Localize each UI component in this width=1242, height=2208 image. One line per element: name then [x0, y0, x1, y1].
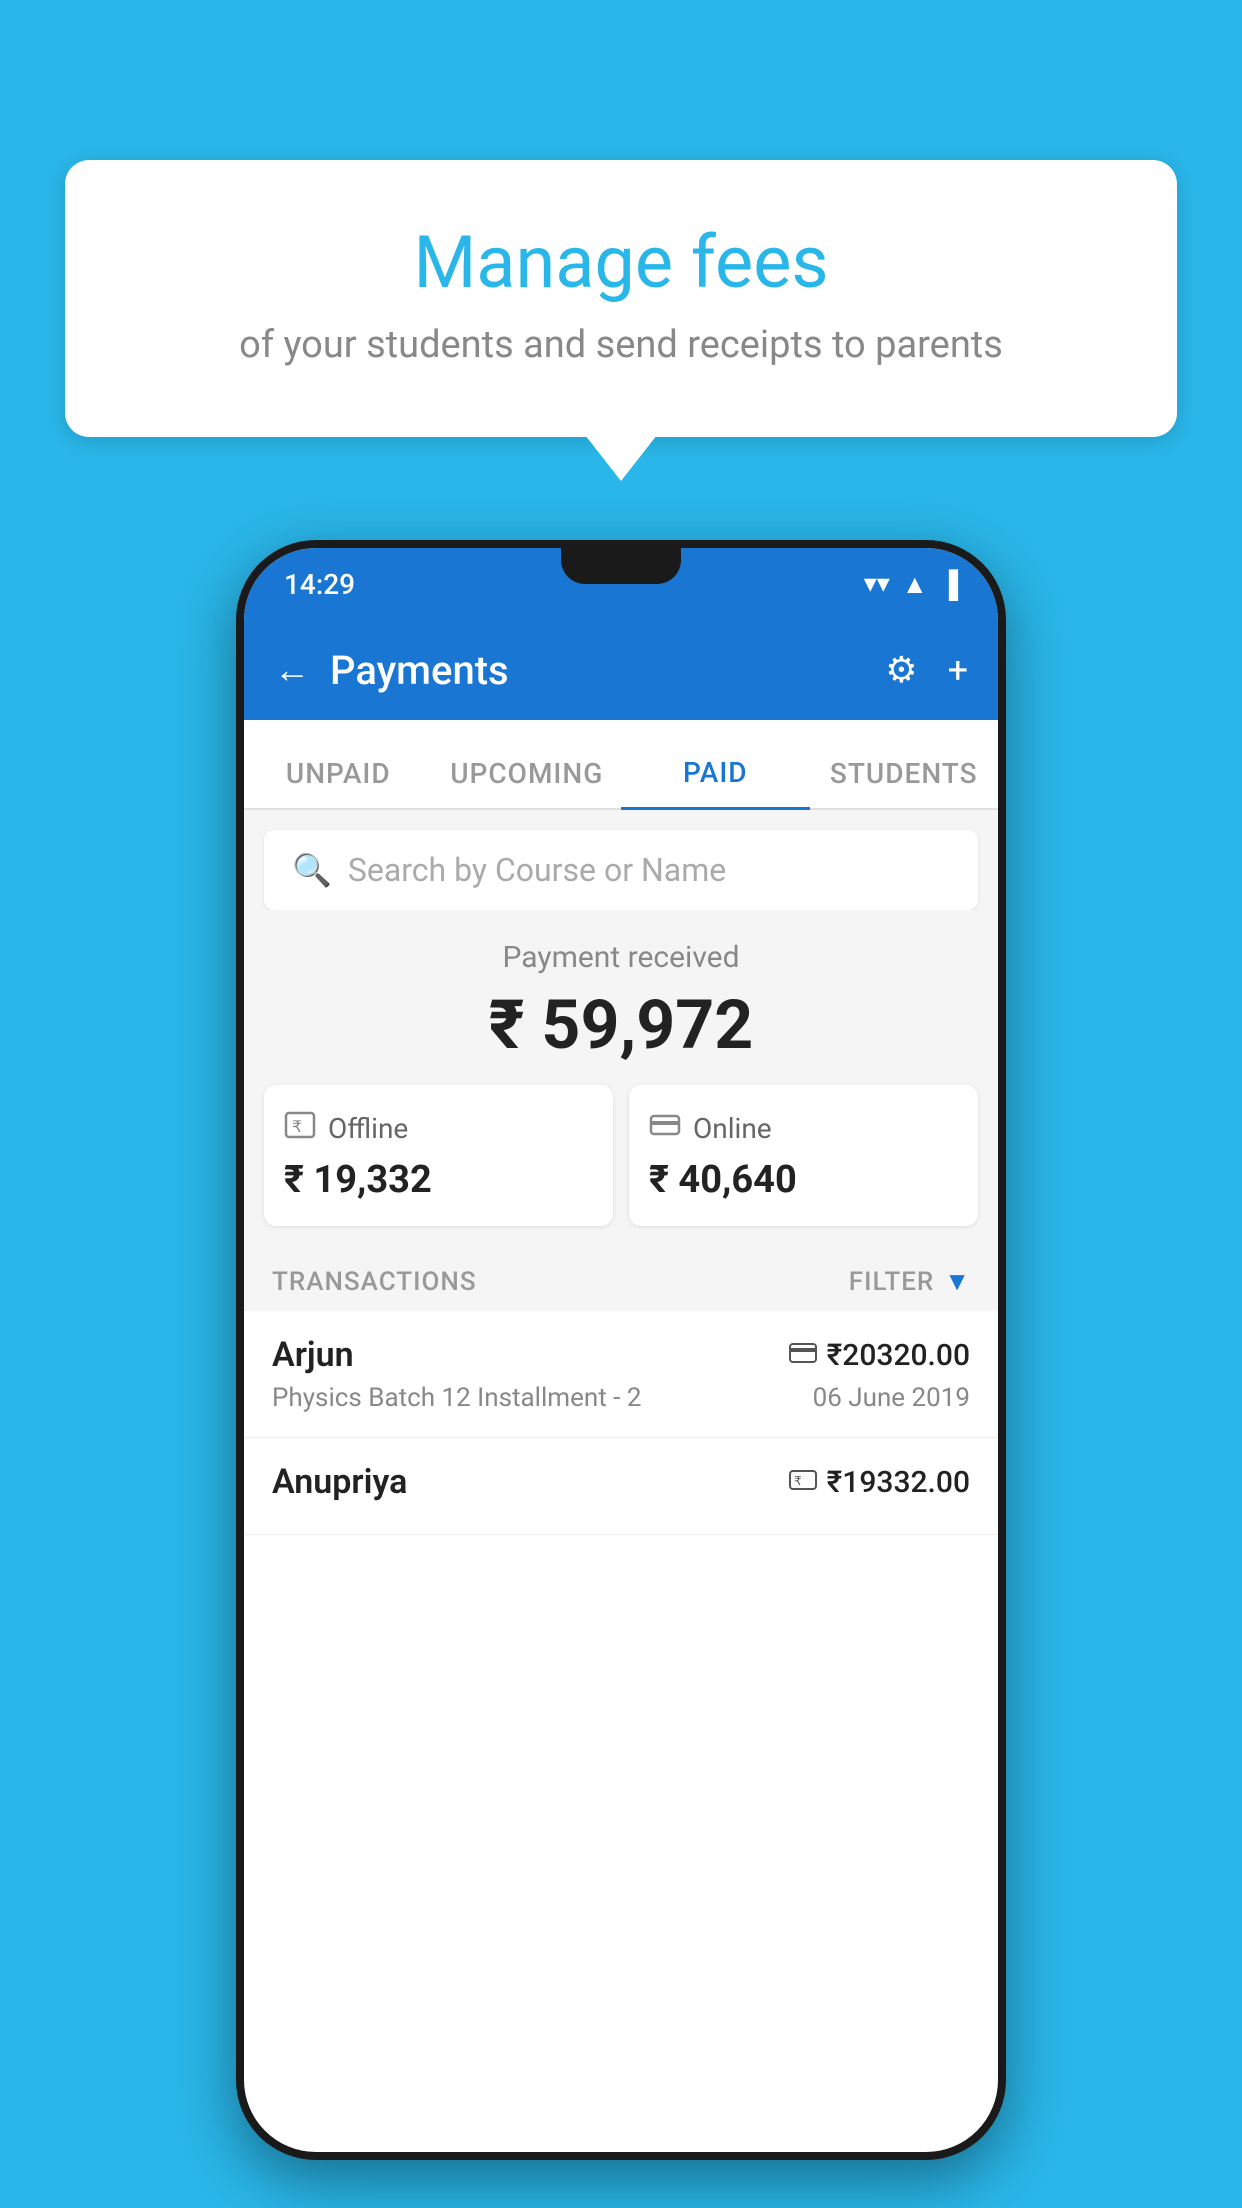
transaction-date: 06 June 2019 — [813, 1383, 970, 1413]
bubble-subtitle: of your students and send receipts to pa… — [115, 323, 1127, 367]
status-time: 14:29 — [284, 568, 355, 601]
transaction-row-bottom: Physics Batch 12 Installment - 2 06 June… — [272, 1383, 970, 1413]
svg-text:₹: ₹ — [794, 1474, 802, 1488]
notch — [561, 548, 681, 584]
add-button[interactable]: + — [948, 649, 968, 691]
transaction-item[interactable]: Anupriya ₹ ₹19332.00 — [244, 1438, 998, 1535]
transaction-amount-wrap: ₹20320.00 — [789, 1338, 970, 1373]
transactions-header: TRANSACTIONS FILTER ▼ — [244, 1246, 998, 1311]
tab-upcoming[interactable]: UPCOMING — [433, 757, 622, 808]
signal-icon: ▲ — [902, 569, 928, 600]
phone-screen: 14:29 ▾▾ ▲ ▐ ← Payments ⚙ + UNPAID UPCOM… — [244, 548, 998, 2152]
search-placeholder: Search by Course or Name — [348, 851, 726, 889]
transaction-payment-icon — [789, 1340, 817, 1370]
header-left: ← Payments — [274, 647, 509, 694]
payment-label: Payment received — [264, 940, 978, 975]
transaction-course: Physics Batch 12 Installment - 2 — [272, 1383, 641, 1413]
online-card-header: Online — [649, 1109, 958, 1148]
status-icons: ▾▾ ▲ ▐ — [864, 569, 958, 600]
tab-paid[interactable]: PAID — [621, 756, 810, 810]
search-icon: 🔍 — [292, 851, 332, 889]
tab-students[interactable]: STUDENTS — [810, 757, 999, 808]
offline-icon: ₹ — [284, 1109, 316, 1148]
offline-label: Offline — [328, 1112, 408, 1145]
wifi-icon: ▾▾ — [864, 569, 890, 599]
search-bar[interactable]: 🔍 Search by Course or Name — [264, 830, 978, 910]
online-label: Online — [693, 1112, 772, 1145]
svg-text:₹: ₹ — [292, 1119, 302, 1136]
payment-total-amount: ₹ 59,972 — [264, 985, 978, 1065]
content-area: 🔍 Search by Course or Name Payment recei… — [244, 810, 998, 1535]
transaction-payment-icon: ₹ — [789, 1467, 817, 1497]
transaction-row-top: Arjun ₹20320.00 — [272, 1335, 970, 1375]
bubble-title: Manage fees — [115, 220, 1127, 305]
speech-bubble: Manage fees of your students and send re… — [65, 160, 1177, 437]
header-right: ⚙ + — [885, 649, 968, 691]
back-button[interactable]: ← — [274, 649, 310, 691]
online-card: Online ₹ 40,640 — [629, 1085, 978, 1226]
filter-label: FILTER — [849, 1267, 934, 1297]
page-title: Payments — [330, 647, 509, 694]
online-amount: ₹ 40,640 — [649, 1158, 958, 1202]
transactions-label: TRANSACTIONS — [272, 1267, 477, 1297]
filter-icon: ▼ — [944, 1266, 970, 1297]
transaction-item[interactable]: Arjun ₹20320.00 Physics — [244, 1311, 998, 1438]
tab-bar: UNPAID UPCOMING PAID STUDENTS — [244, 720, 998, 810]
offline-card-header: ₹ Offline — [284, 1109, 593, 1148]
payment-cards: ₹ Offline ₹ 19,332 — [244, 1085, 998, 1246]
transaction-amount: ₹20320.00 — [827, 1338, 970, 1373]
tab-unpaid[interactable]: UNPAID — [244, 757, 433, 808]
status-bar: 14:29 ▾▾ ▲ ▐ — [244, 548, 998, 620]
transaction-name: Anupriya — [272, 1462, 407, 1502]
settings-icon[interactable]: ⚙ — [885, 649, 917, 691]
payment-summary: Payment received ₹ 59,972 — [244, 910, 998, 1085]
transaction-amount-wrap: ₹ ₹19332.00 — [789, 1465, 970, 1500]
online-icon — [649, 1109, 681, 1148]
phone-frame: 14:29 ▾▾ ▲ ▐ ← Payments ⚙ + UNPAID UPCOM… — [236, 540, 1006, 2160]
transaction-list: Arjun ₹20320.00 Physics — [244, 1311, 998, 1535]
offline-card: ₹ Offline ₹ 19,332 — [264, 1085, 613, 1226]
transaction-amount: ₹19332.00 — [827, 1465, 970, 1500]
offline-amount: ₹ 19,332 — [284, 1158, 593, 1202]
filter-button[interactable]: FILTER ▼ — [849, 1266, 970, 1297]
transaction-row-top: Anupriya ₹ ₹19332.00 — [272, 1462, 970, 1502]
battery-icon: ▐ — [940, 569, 958, 600]
app-header: ← Payments ⚙ + — [244, 620, 998, 720]
transaction-name: Arjun — [272, 1335, 354, 1375]
